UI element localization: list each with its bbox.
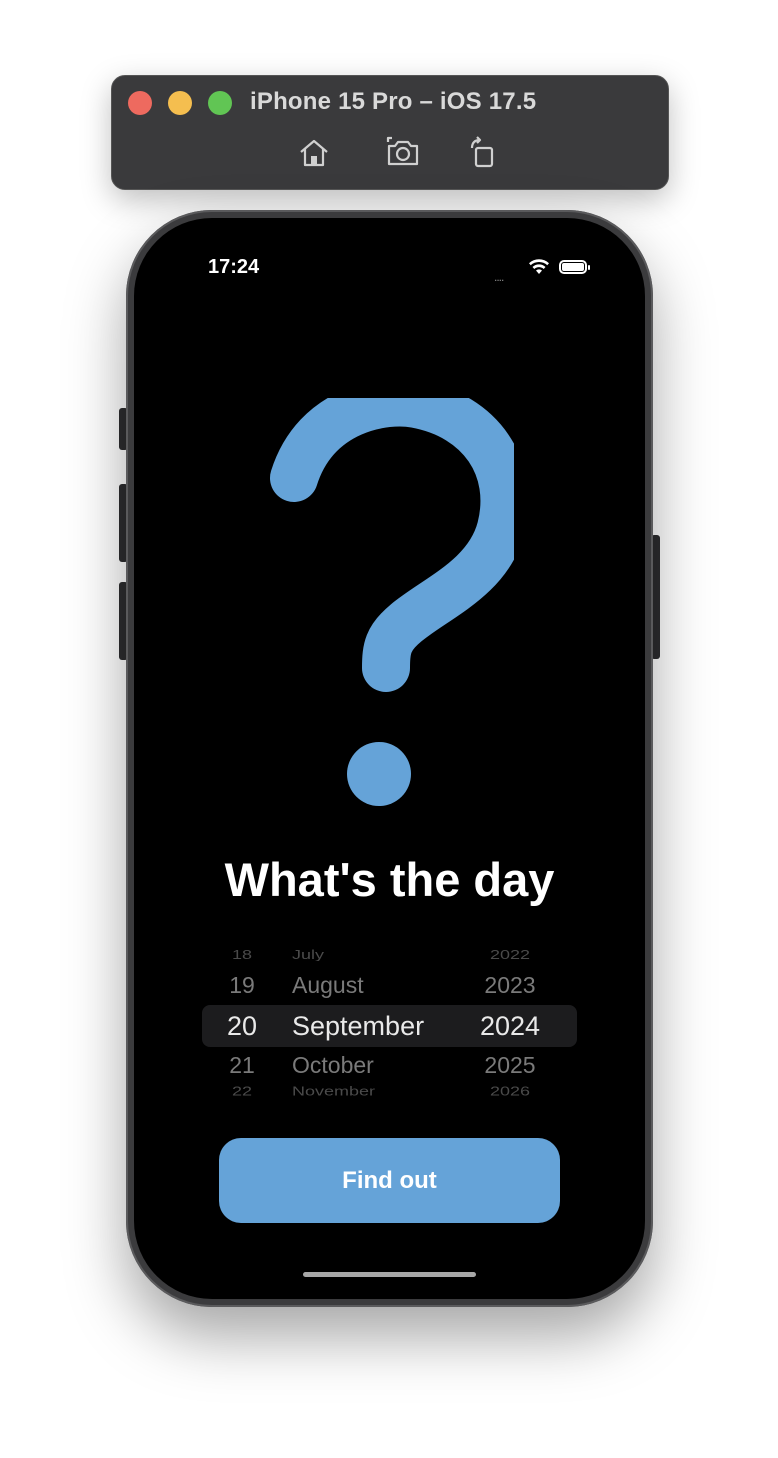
date-picker[interactable]: 18 July 2022 19 August 2023 20 September… [202, 943, 577, 1103]
simulator-title: iPhone 15 Pro – iOS 17.5 [250, 88, 537, 115]
picker-row-selected[interactable]: 20 September 2024 [202, 1006, 577, 1046]
battery-icon [559, 260, 590, 274]
picker-row[interactable]: 21 October 2025 [202, 1045, 577, 1085]
picker-month[interactable]: October [292, 1045, 452, 1085]
picker-month[interactable]: July [292, 948, 452, 961]
picker-row[interactable]: 22 November 2026 [202, 1085, 577, 1101]
picker-year[interactable]: 2023 [468, 965, 552, 1005]
wifi-icon [529, 259, 549, 274]
picker-year[interactable]: 2025 [468, 1045, 552, 1085]
home-icon[interactable] [297, 136, 331, 170]
picker-year[interactable]: 2022 [468, 948, 552, 961]
rotate-icon[interactable] [466, 136, 500, 170]
status-time: 17:24 [208, 256, 260, 278]
cellular-signal-icon: .... [494, 270, 504, 284]
picker-row[interactable]: 19 August 2023 [202, 965, 577, 1005]
picker-year[interactable]: 2026 [468, 1085, 552, 1098]
close-window-button[interactable] [128, 91, 152, 115]
picker-day[interactable]: 22 [214, 1085, 270, 1098]
picker-day-selected[interactable]: 20 [214, 1006, 270, 1046]
question-mark-icon [270, 398, 514, 806]
picker-day[interactable]: 18 [214, 948, 270, 961]
home-indicator[interactable] [303, 1272, 476, 1277]
phone-screen: 17:24 .... What's the day 18 July 2022 1… [134, 218, 645, 1299]
page-title: What's the day [224, 853, 555, 906]
picker-month[interactable]: November [292, 1085, 452, 1098]
picker-month[interactable]: August [292, 965, 452, 1005]
picker-month-selected[interactable]: September [292, 1006, 452, 1046]
minimize-window-button[interactable] [168, 91, 192, 115]
picker-year-selected[interactable]: 2024 [468, 1006, 552, 1046]
find-out-button[interactable]: Find out [219, 1138, 560, 1223]
zoom-window-button[interactable] [208, 91, 232, 115]
picker-day[interactable]: 21 [214, 1045, 270, 1085]
picker-row[interactable]: 18 July 2022 [202, 943, 577, 961]
picker-day[interactable]: 19 [214, 965, 270, 1005]
status-icons: .... [494, 258, 594, 284]
screenshot-icon[interactable] [386, 136, 420, 170]
